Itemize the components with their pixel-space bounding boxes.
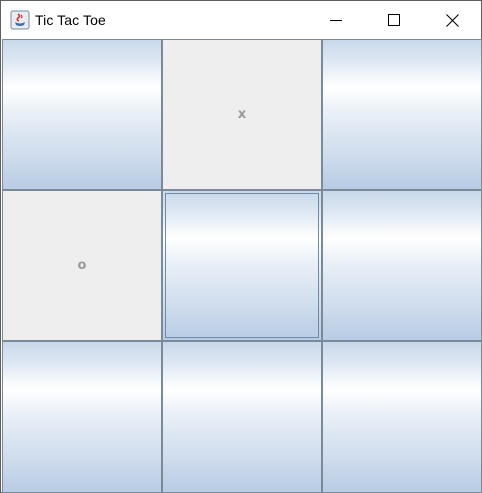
cell-r3-c1[interactable]: [2, 341, 162, 493]
focus-ring: [165, 193, 319, 338]
app-window: Tic Tac Toe x o: [0, 0, 482, 493]
window-title: Tic Tac Toe: [35, 12, 106, 28]
cell-r1-c3[interactable]: [322, 39, 482, 190]
cell-r3-c2[interactable]: [162, 341, 322, 493]
maximize-icon: [388, 14, 400, 26]
cell-r1-c2[interactable]: x: [162, 39, 322, 190]
close-icon: [445, 13, 459, 27]
game-board: x o: [2, 39, 482, 493]
cell-r2-c3[interactable]: [322, 190, 482, 341]
maximize-button[interactable]: [365, 1, 423, 39]
cell-r1-c1[interactable]: [2, 39, 162, 190]
cell-r3-c3[interactable]: [322, 341, 482, 493]
minimize-icon: [330, 20, 342, 21]
window-controls: [307, 1, 481, 39]
cell-r2-c2[interactable]: [162, 190, 322, 341]
title-bar[interactable]: Tic Tac Toe: [1, 1, 481, 39]
cell-mark: o: [77, 258, 87, 273]
minimize-button[interactable]: [307, 1, 365, 39]
java-cup-icon: [10, 10, 30, 30]
cell-mark: x: [237, 107, 247, 122]
close-button[interactable]: [423, 1, 481, 39]
cell-r2-c1[interactable]: o: [2, 190, 162, 341]
